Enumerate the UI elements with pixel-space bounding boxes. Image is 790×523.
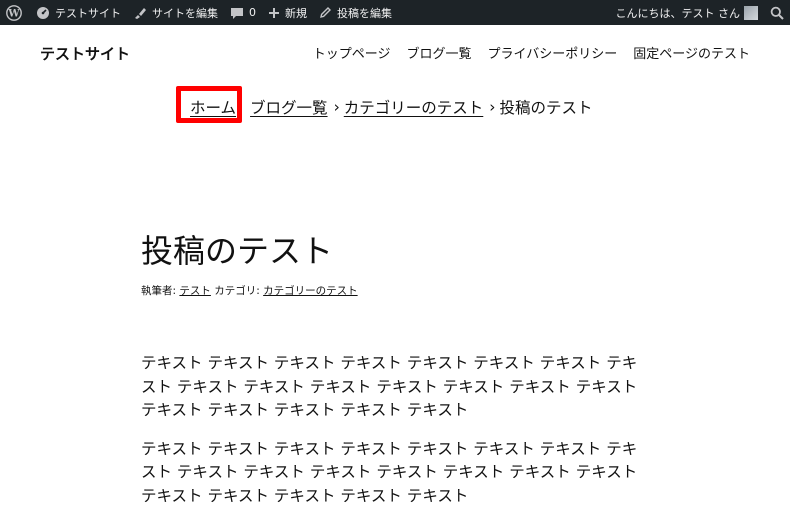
breadcrumb-separator: › xyxy=(334,98,340,116)
post-meta-category-link[interactable]: カテゴリーのテスト xyxy=(263,285,358,297)
admin-bar-greeting: こんにちは、テスト さん xyxy=(616,5,741,21)
admin-bar-edit-site-label: サイトを編集 xyxy=(152,5,218,21)
admin-bar-left: W テストサイト サイトを編集 0 xyxy=(0,0,398,25)
post-meta-author-link[interactable]: テスト xyxy=(179,285,211,297)
breadcrumb-home-wrap: ホーム xyxy=(186,96,240,118)
admin-bar-edit-post[interactable]: 投稿を編集 xyxy=(313,0,398,25)
admin-bar-account[interactable]: こんにちは、テスト さん xyxy=(610,0,765,25)
admin-bar-new[interactable]: 新規 xyxy=(262,0,313,25)
admin-bar-edit-site[interactable]: サイトを編集 xyxy=(127,0,224,25)
post-meta-category-label: カテゴリ: xyxy=(214,285,260,297)
post-paragraph: テキスト テキスト テキスト テキスト テキスト テキスト テキスト テキスト … xyxy=(141,438,651,509)
brush-icon xyxy=(133,6,147,20)
admin-bar-search[interactable] xyxy=(764,0,790,25)
admin-bar-site-name[interactable]: テストサイト xyxy=(30,0,127,25)
site-header: テストサイト トップページ ブログ一覧 プライバシーポリシー 固定ページのテスト xyxy=(0,25,790,81)
breadcrumb-current: 投稿のテスト xyxy=(499,96,592,118)
post-meta-author-label: 執筆者: xyxy=(141,285,176,297)
avatar xyxy=(744,6,758,20)
nav-item-top-page[interactable]: トップページ xyxy=(313,43,391,62)
nav-item-privacy-policy[interactable]: プライバシーポリシー xyxy=(488,43,618,62)
pencil-icon xyxy=(319,6,332,19)
admin-bar-right: こんにちは、テスト さん xyxy=(610,0,790,25)
post-content: テキスト テキスト テキスト テキスト テキスト テキスト テキスト テキスト … xyxy=(141,352,651,523)
admin-bar-edit-post-label: 投稿を編集 xyxy=(337,5,392,21)
post-meta: 執筆者: テスト カテゴリ: カテゴリーのテスト xyxy=(141,283,358,298)
search-icon xyxy=(770,6,784,20)
plus-icon xyxy=(268,7,280,19)
wordpress-logo-button[interactable]: W xyxy=(0,0,30,25)
site-title[interactable]: テストサイト xyxy=(40,43,130,64)
post-paragraph: テキスト テキスト テキスト テキスト テキスト テキスト テキスト テキスト … xyxy=(141,352,651,423)
admin-bar-comments[interactable]: 0 xyxy=(224,0,262,25)
svg-text:W: W xyxy=(7,8,20,19)
wordpress-logo-icon: W xyxy=(6,5,22,21)
admin-bar-comments-count: 0 xyxy=(249,6,256,19)
admin-bar-site-name-label: テストサイト xyxy=(55,5,121,21)
primary-nav: トップページ ブログ一覧 プライバシーポリシー 固定ページのテスト xyxy=(313,43,750,62)
dashboard-gauge-icon xyxy=(36,6,50,20)
admin-bar: W テストサイト サイトを編集 0 xyxy=(0,0,790,25)
breadcrumb-blog-link[interactable]: ブログ一覧 xyxy=(250,96,328,118)
breadcrumb-category-link[interactable]: カテゴリーのテスト xyxy=(344,96,484,118)
admin-bar-new-label: 新規 xyxy=(285,5,307,21)
comment-bubble-icon xyxy=(230,6,244,20)
post-title: 投稿のテスト xyxy=(141,226,333,272)
nav-item-fixed-page-test[interactable]: 固定ページのテスト xyxy=(633,43,750,62)
breadcrumb-home-link[interactable]: ホーム xyxy=(190,96,236,118)
nav-item-blog-list[interactable]: ブログ一覧 xyxy=(406,43,471,62)
breadcrumb-separator: › xyxy=(489,98,495,116)
breadcrumb: ホーム ブログ一覧 › カテゴリーのテスト › 投稿のテスト xyxy=(186,96,593,118)
